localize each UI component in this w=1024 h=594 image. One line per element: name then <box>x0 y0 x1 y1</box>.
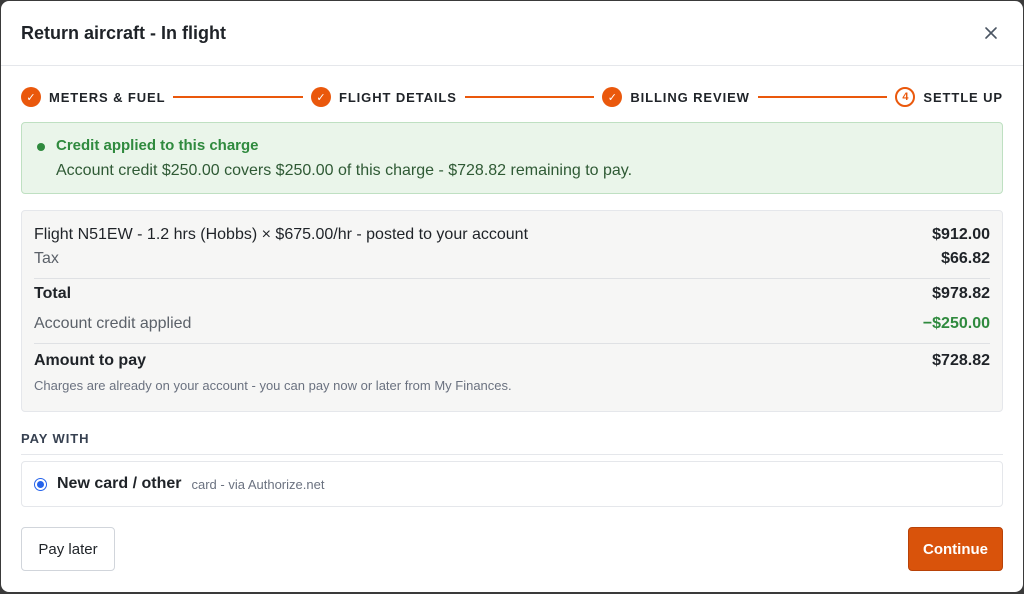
step-label: BILLING REVIEW <box>630 89 750 105</box>
close-button[interactable] <box>975 17 1007 49</box>
step-label: SETTLE UP <box>923 89 1003 105</box>
radio-selected-dot <box>37 480 44 488</box>
line-item-amount: $912.00 <box>932 225 990 243</box>
pay-with-heading: PAY WITH <box>21 431 1003 455</box>
total-row: Total $978.82 <box>34 279 990 309</box>
modal-title: Return aircraft - In flight <box>21 22 227 43</box>
tax-row: Tax $66.82 <box>34 246 990 271</box>
tax-amount: $66.82 <box>941 249 990 267</box>
return-aircraft-modal: Return aircraft - In flight ✓ METERS & F… <box>1 1 1023 592</box>
amount-due-row: Amount to pay $728.82 <box>34 344 990 378</box>
step-connector <box>757 96 888 98</box>
summary-note: Charges are already on your account - yo… <box>34 378 512 393</box>
step-billing-review[interactable]: ✓ BILLING REVIEW <box>602 87 750 107</box>
payment-method-option[interactable]: New card / other card - via Authorize.ne… <box>21 461 1003 507</box>
step-meters-fuel[interactable]: ✓ METERS & FUEL <box>21 87 165 107</box>
credit-amount: −$250.00 <box>922 315 990 332</box>
tax-label: Tax <box>34 249 59 267</box>
credit-banner: Credit applied to this charge Account cr… <box>21 122 1003 194</box>
credit-row: Account credit applied −$250.00 <box>34 309 990 339</box>
banner-title: Credit applied to this charge <box>56 137 259 154</box>
close-icon <box>985 27 997 39</box>
payment-method-label: New card / other <box>57 475 182 492</box>
continue-button[interactable]: Continue <box>908 527 1003 571</box>
line-item-label: Flight N51EW - 1.2 hrs (Hobbs) × $675.00… <box>34 225 529 243</box>
step-connector <box>464 96 595 98</box>
step-connector <box>173 96 303 98</box>
modal-header: Return aircraft - In flight <box>1 1 1023 66</box>
banner-text: Account credit $250.00 covers $250.00 of… <box>56 162 633 179</box>
check-icon: ✓ <box>602 87 623 107</box>
step-settle-up: 4 SETTLE UP <box>895 87 1003 107</box>
payment-method-subtext: card - via Authorize.net <box>191 476 325 492</box>
credit-label: Account credit applied <box>34 315 192 332</box>
check-icon: ✓ <box>310 87 331 107</box>
charge-summary: Flight N51EW - 1.2 hrs (Hobbs) × $675.00… <box>21 210 1003 412</box>
progress-stepper: ✓ METERS & FUEL ✓ FLIGHT DETAILS ✓ BILLI… <box>21 86 1003 108</box>
step-number: 4 <box>895 87 916 107</box>
check-icon: ✓ <box>21 87 41 107</box>
total-amount: $978.82 <box>932 285 990 302</box>
step-flight-details[interactable]: ✓ FLIGHT DETAILS <box>310 87 457 107</box>
status-dot-icon <box>37 143 45 151</box>
step-label: METERS & FUEL <box>49 89 166 105</box>
payment-method-radio[interactable] <box>34 477 47 491</box>
amount-due-label: Amount to pay <box>34 352 146 369</box>
amount-due: $728.82 <box>932 352 990 369</box>
total-label: Total <box>34 285 72 302</box>
pay-later-button[interactable]: Pay later <box>21 527 115 571</box>
step-label: FLIGHT DETAILS <box>338 89 457 105</box>
